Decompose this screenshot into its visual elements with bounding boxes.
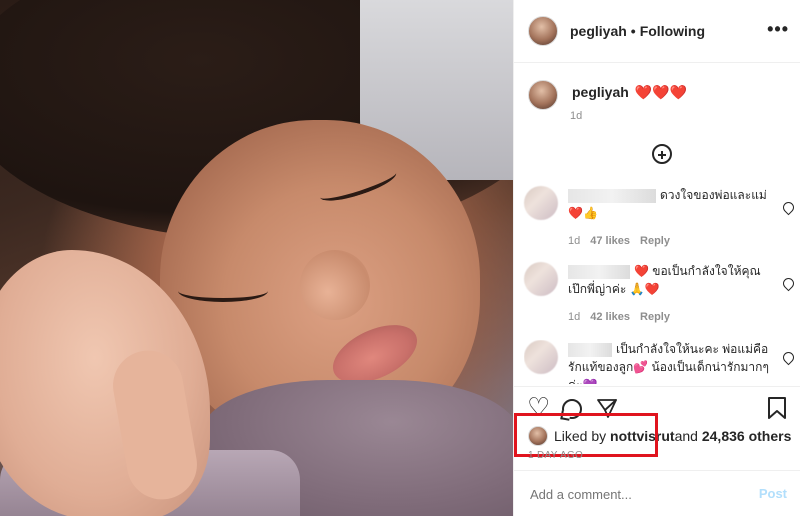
blurred-username[interactable]: [568, 188, 656, 203]
add-comment-input[interactable]: [528, 486, 732, 503]
separator-dot: •: [630, 23, 636, 39]
reply-button[interactable]: Reply: [640, 311, 670, 323]
comment-body: เป็นกำลังใจให้นะคะ พ่อแม่คือรักแท้ของลูก…: [568, 340, 773, 384]
post-side-panel: pegliyah • Following ••• pegliyah ❤️❤️❤️ …: [513, 0, 800, 516]
comment-body: ❤️ ขอเป็นกำลังใจให้คุณเป๊กพี่ญ่าค่ะ 🙏❤️: [568, 262, 773, 298]
more-options-icon[interactable]: •••: [767, 20, 789, 38]
following-button[interactable]: Following: [640, 23, 705, 39]
caption-text-wrap: pegliyah ❤️❤️❤️: [572, 84, 687, 101]
comment-likes[interactable]: 47 likes: [590, 235, 630, 247]
post-header: pegliyah • Following •••: [514, 0, 800, 63]
post-date[interactable]: 1 DAY AGO: [528, 450, 583, 461]
comment-like-icon[interactable]: [780, 349, 794, 366]
comment-like-icon[interactable]: [780, 275, 797, 292]
avatar[interactable]: [524, 262, 558, 296]
blurred-username[interactable]: [568, 342, 612, 357]
avatar[interactable]: [524, 340, 558, 374]
comment-item: เป็นกำลังใจให้นะคะ พ่อแม่คือรักแท้ของลูก…: [524, 340, 794, 384]
likes-suffix: and: [674, 428, 698, 444]
post-photo[interactable]: [0, 0, 513, 516]
load-more-comments-icon[interactable]: [652, 144, 672, 164]
bookmark-svg: [768, 397, 786, 419]
reply-button[interactable]: Reply: [640, 235, 670, 247]
comment-like-icon[interactable]: [780, 199, 797, 216]
post-username[interactable]: pegliyah: [570, 23, 627, 39]
caption-username[interactable]: pegliyah: [572, 84, 629, 100]
comment-meta: 1d 42 likes Reply: [568, 311, 680, 323]
comment-meta: 1d 47 likes Reply: [568, 235, 680, 247]
avatar[interactable]: [528, 16, 558, 46]
photo-eye: [178, 280, 268, 302]
caption: pegliyah ❤️❤️❤️ 1d: [528, 80, 687, 122]
comment-time[interactable]: 1d: [568, 235, 580, 247]
likes-others-link[interactable]: 24,836 others: [702, 428, 792, 444]
photo-nose: [300, 250, 370, 320]
avatar[interactable]: [524, 186, 558, 220]
comment-likes[interactable]: 42 likes: [590, 311, 630, 323]
comment-item: ดวงใจของพ่อและแม่ ❤️👍 1d 47 likes Reply: [524, 186, 797, 256]
save-bookmark-icon[interactable]: [767, 397, 789, 419]
comment-body: ดวงใจของพ่อและแม่ ❤️👍: [568, 186, 773, 222]
caption-time[interactable]: 1d: [570, 110, 582, 122]
add-comment-bar: Post: [514, 470, 800, 517]
blurred-username[interactable]: [568, 264, 630, 279]
caption-text: ❤️❤️❤️: [634, 84, 688, 100]
comment-item: ❤️ ขอเป็นกำลังใจให้คุณเป๊กพี่ญ่าค่ะ 🙏❤️ …: [524, 262, 797, 332]
comment-time[interactable]: 1d: [568, 311, 580, 323]
post-comment-button[interactable]: Post: [759, 486, 787, 501]
avatar[interactable]: [528, 80, 558, 110]
